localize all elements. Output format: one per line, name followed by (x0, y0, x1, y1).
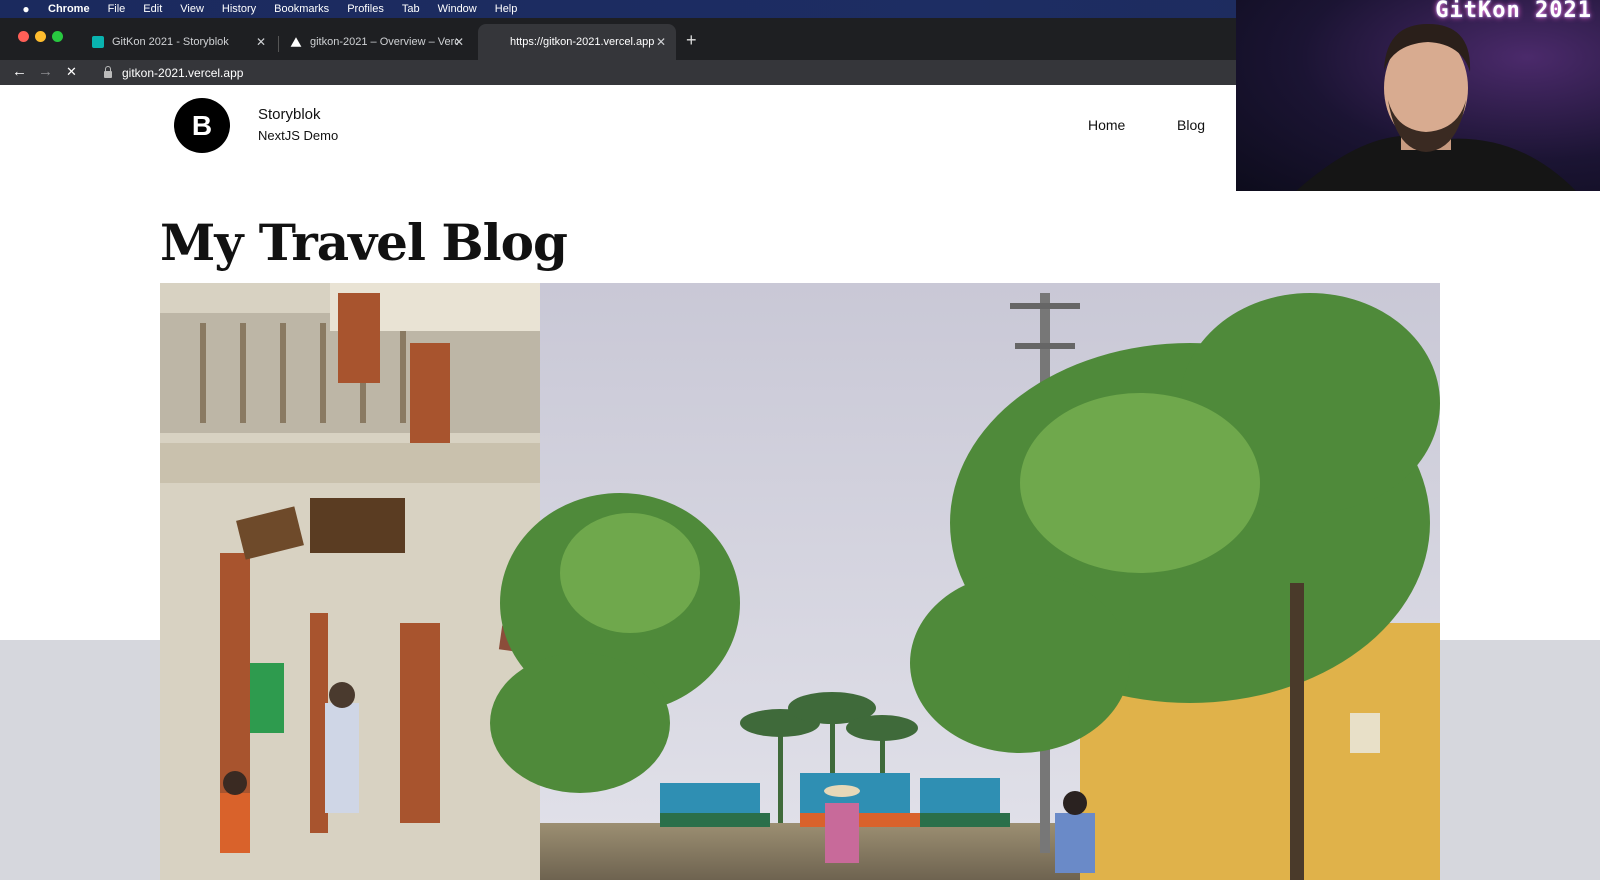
page-headline: My Travel Blog (160, 213, 568, 272)
close-tab-icon[interactable]: ✕ (454, 35, 464, 49)
forward-button[interactable]: → (38, 63, 53, 80)
zoom-window-button[interactable] (52, 31, 63, 42)
address-bar[interactable]: gitkon-2021.vercel.app (96, 60, 243, 85)
tab-active-gitkon[interactable]: https://gitkon-2021.vercel.app ✕ (478, 24, 676, 60)
tab-vercel-overview[interactable]: gitkon-2021 – Overview – Verc ✕ (278, 24, 474, 60)
stop-loading-button[interactable]: ✕ (66, 63, 77, 80)
menu-history[interactable]: History (222, 3, 256, 15)
webcam-overlay: GitKon 2021 (1236, 0, 1600, 191)
tab-title: https://gitkon-2021.vercel.app (510, 36, 655, 48)
menu-view[interactable]: View (180, 3, 204, 15)
close-tab-icon[interactable]: ✕ (256, 35, 266, 49)
menu-chrome[interactable]: Chrome (48, 3, 90, 15)
back-button[interactable]: ← (12, 63, 27, 80)
logo-letter: B (191, 109, 213, 141)
minimize-window-button[interactable] (35, 31, 46, 42)
url-text: gitkon-2021.vercel.app (122, 65, 244, 80)
menu-edit[interactable]: Edit (143, 3, 162, 15)
browser-tab-strip: GitKon 2021 - Storyblok ✕ gitkon-2021 – … (0, 18, 1236, 60)
nav-link-home[interactable]: Home (1088, 117, 1125, 133)
vercel-triangle-icon (290, 37, 302, 47)
menu-bookmarks[interactable]: Bookmarks (274, 3, 329, 15)
lock-icon[interactable] (104, 66, 112, 78)
storyblok-logo[interactable]: B (174, 98, 230, 153)
close-tab-icon[interactable]: ✕ (656, 35, 666, 49)
browser-toolbar: ← → ✕ gitkon-2021.vercel.app (0, 60, 1236, 85)
menu-tab[interactable]: Tab (402, 3, 420, 15)
new-tab-button[interactable]: + (686, 31, 697, 49)
hero-image (160, 283, 1440, 880)
loading-icon (490, 36, 502, 48)
site-brand-name: Storyblok (258, 106, 321, 123)
menu-file[interactable]: File (108, 3, 126, 15)
storyblok-icon (92, 36, 104, 48)
tab-title: GitKon 2021 - Storyblok (112, 36, 229, 48)
web-page: B Storyblok NextJS Demo Home Blog My Tra… (0, 85, 1600, 880)
site-subtitle: NextJS Demo (258, 128, 339, 143)
presenter-video (1296, 24, 1576, 191)
menu-profiles[interactable]: Profiles (347, 3, 384, 15)
tab-title: gitkon-2021 – Overview – Verc (310, 36, 458, 48)
menu-help[interactable]: Help (495, 3, 518, 15)
tab-storyblok[interactable]: GitKon 2021 - Storyblok ✕ (80, 24, 276, 60)
menu-window[interactable]: Window (438, 3, 477, 15)
nav-link-blog[interactable]: Blog (1177, 117, 1205, 133)
close-window-button[interactable] (18, 31, 29, 42)
apple-menu-icon[interactable]: ● (16, 2, 36, 16)
